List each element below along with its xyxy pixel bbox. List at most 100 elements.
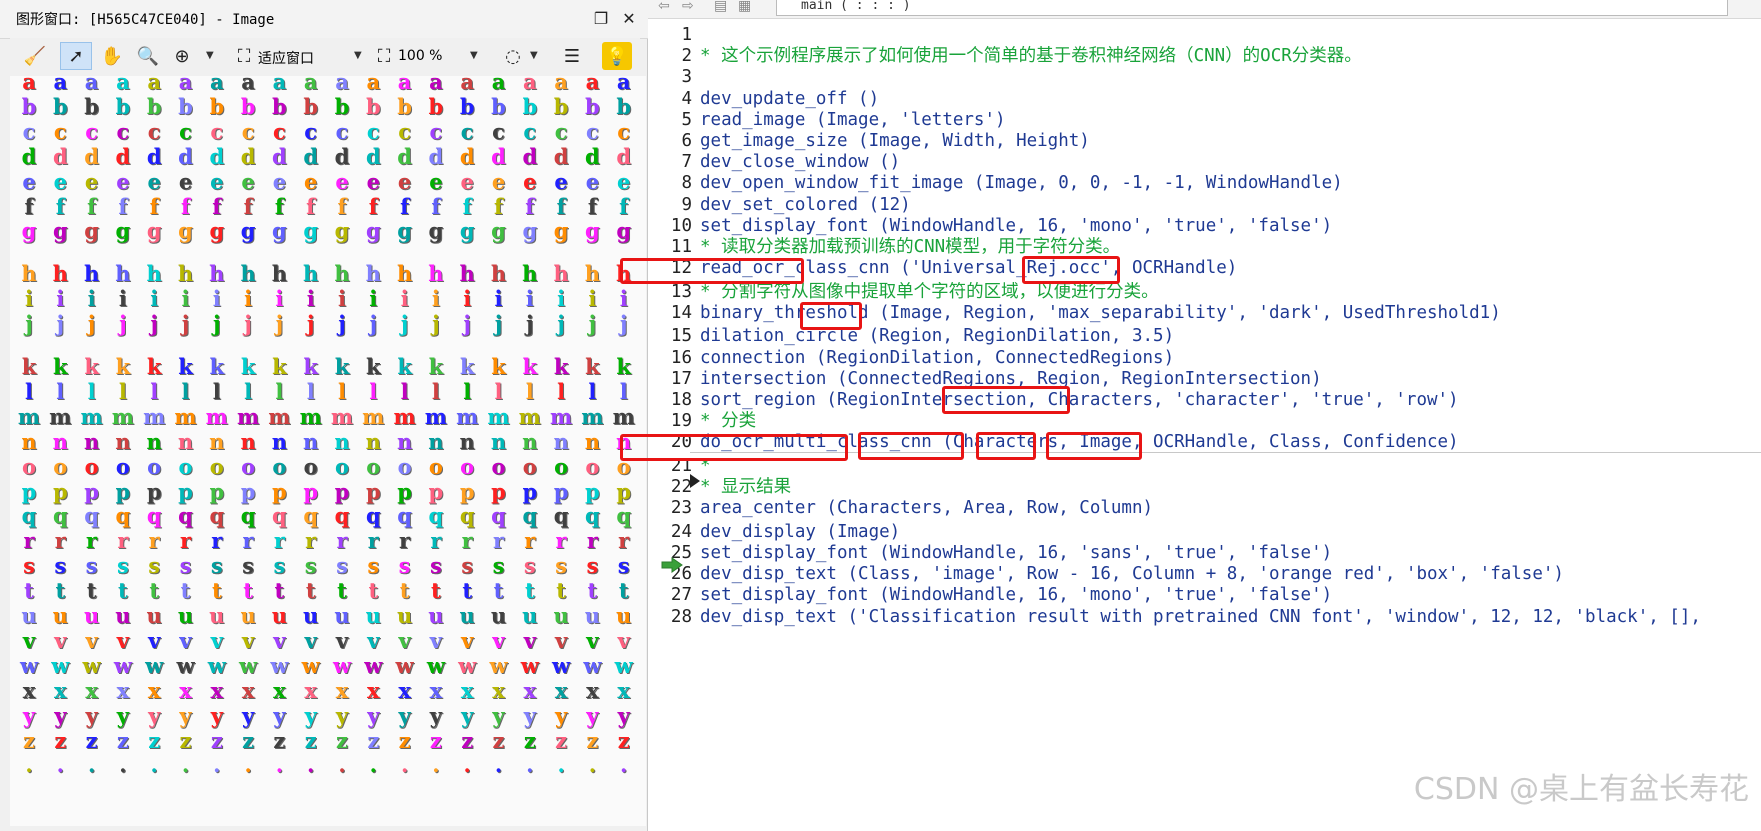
code-line[interactable]: 6 get_image_size (Image, Width, Height) <box>648 130 1761 153</box>
code-line[interactable]: 26 dev_disp_text (Class, 'image', Row - 1… <box>648 563 1761 586</box>
letter-glyph: y <box>492 702 505 728</box>
letter-glyph: h <box>553 261 569 287</box>
code-line[interactable]: 22 * 显示结果 <box>648 476 1761 499</box>
letter-glyph: n <box>584 428 601 454</box>
fit-window-dropdown-caret[interactable]: ▼ <box>354 50 362 61</box>
code-line[interactable]: 12 read_ocr_class_cnn ('Universal_Rej.occ… <box>648 257 1761 280</box>
letter-glyph: j <box>369 311 378 337</box>
zoom-factor-label[interactable]: 100 % <box>398 48 442 64</box>
procedure-selector[interactable]: main ( : : : ) <box>776 0 1728 16</box>
code-line[interactable]: 19 * 分类 <box>648 410 1761 433</box>
letter-glyph: s <box>492 553 505 579</box>
code-line[interactable]: 13 * 分割字符从图像中提取单个字符的区域，以便进行分类。 <box>648 281 1761 304</box>
code-line[interactable]: 17 intersection (ConnectedRegions, Region… <box>648 368 1761 391</box>
code-text: set_display_font (WindowHandle, 16, 'mon… <box>700 585 1333 606</box>
pan-hand-icon[interactable]: ✋ <box>98 42 126 70</box>
letter-glyph: b <box>365 93 381 119</box>
restore-icon[interactable]: ❐ <box>590 8 612 30</box>
code-line[interactable]: 3 <box>648 66 1761 89</box>
letter-glyph: z <box>429 727 442 753</box>
fit-window-icon[interactable]: ⛶ <box>232 42 256 70</box>
clear-brush-icon[interactable]: 🧹 <box>22 42 48 70</box>
letter-glyph: x <box>586 677 599 703</box>
code-line[interactable]: 18 sort_region (RegionIntersection, Chara… <box>648 389 1761 412</box>
letter-glyph: m <box>205 403 228 429</box>
line-number: 3 <box>681 67 692 88</box>
forward-arrow-icon[interactable]: ⇨ <box>682 0 694 14</box>
letter-glyph: g <box>491 218 506 244</box>
letter-glyph: i <box>557 286 566 312</box>
letter-glyph: v <box>523 627 536 653</box>
letter-glyph: . <box>56 752 64 778</box>
zoom-in-icon[interactable]: ⊕ <box>168 42 196 70</box>
letter-glyph: k <box>146 354 162 379</box>
code-line[interactable]: 9 dev_set_colored (12) <box>648 194 1761 217</box>
letter-glyph: j <box>494 311 503 337</box>
graphics-window-title: 图形窗口: [H565C47CE040] - Image <box>16 12 275 28</box>
letter-glyph: n <box>146 428 162 454</box>
code-line[interactable]: 27 set_display_font (WindowHandle, 16, 'm… <box>648 584 1761 607</box>
grid-view-icon[interactable]: ▦ <box>738 0 751 14</box>
letter-glyph: a <box>84 76 99 94</box>
code-line[interactable]: 2 * 这个示例程序展示了如何使用一个简单的基于卷积神经网络（CNN）的OCR分类… <box>648 45 1761 68</box>
letter-glyph: i <box>400 286 409 312</box>
back-arrow-icon[interactable]: ⇦ <box>658 0 670 14</box>
code-line[interactable]: 25 set_display_font (WindowHandle, 16, 's… <box>648 542 1761 565</box>
letter-glyph: e <box>554 168 568 194</box>
code-line[interactable]: 11 * 读取分类器加载预训练的CNN模型，用于字符分类。 <box>648 236 1761 259</box>
letter-glyph: h <box>177 261 194 287</box>
code-line[interactable]: 8 dev_open_window_fit_image (Image, 0, 0,… <box>648 172 1761 195</box>
code-line[interactable]: 1 <box>648 24 1761 47</box>
letter-glyph: a <box>335 76 349 94</box>
code-line[interactable]: 10 set_display_font (WindowHandle, 16, 'm… <box>648 215 1761 238</box>
draw-mode-icon[interactable]: ◌ <box>498 42 528 70</box>
letter-glyph: q <box>240 503 256 529</box>
letter-glyph: s <box>23 553 35 579</box>
letter-row: rrrrrrrrrrrrrrrrrrrr <box>10 529 646 553</box>
letter-glyph: p <box>115 478 131 504</box>
code-line[interactable]: 5 read_image (Image, 'letters') <box>648 109 1761 132</box>
close-icon[interactable]: ✕ <box>618 8 640 30</box>
letter-row: vvvvvvvvvvvvvvvvvvvv <box>10 627 646 653</box>
zoom-dropdown-caret[interactable]: ▼ <box>206 50 214 61</box>
letter-glyph: x <box>116 677 130 703</box>
letter-glyph: l <box>369 378 378 404</box>
letter-glyph: v <box>554 627 568 653</box>
letter-glyph: c <box>492 118 505 144</box>
code-editor[interactable]: 1 2 * 这个示例程序展示了如何使用一个简单的基于卷积神经网络（CNN）的OCR分… <box>648 24 1761 831</box>
letter-glyph: c <box>460 118 474 144</box>
code-line[interactable]: 23 area_center (Characters, Area, Row, Co… <box>648 497 1761 520</box>
letter-glyph: v <box>241 627 255 653</box>
letter-glyph: x <box>210 677 224 703</box>
list-view-icon[interactable]: ▤ <box>714 0 727 14</box>
code-line[interactable]: 28 dev_disp_text ('Classification result … <box>648 606 1761 629</box>
select-pointer-icon[interactable]: ➚ <box>60 42 92 70</box>
zoom-factor-dropdown-caret[interactable]: ▼ <box>470 50 478 61</box>
image-canvas[interactable]: aaaaaaaaaaaaaaaaaaaabbbbbbbbbbbbbbbbbbbb… <box>10 76 646 826</box>
code-line[interactable]: 24 dev_display (Image) <box>648 521 1761 544</box>
graphics-window-titlebar[interactable]: 图形窗口: [H565C47CE040] - Image ❐ ✕ <box>0 0 648 39</box>
lightbulb-icon[interactable]: 💡 <box>602 42 632 70</box>
letter-glyph: e <box>210 168 224 194</box>
zoom-factor-icon[interactable]: ⛶ <box>372 42 396 70</box>
letter-glyph: t <box>462 578 473 604</box>
code-line[interactable]: 16 connection (RegionDilation, ConnectedR… <box>648 347 1761 370</box>
code-text: dev_open_window_fit_image (Image, 0, 0, … <box>700 173 1343 194</box>
letter-glyph: s <box>148 553 161 579</box>
line-number: 24 <box>670 521 692 542</box>
layers-icon[interactable]: ☰ <box>558 42 586 70</box>
letter-glyph: v <box>85 627 98 653</box>
draw-mode-dropdown-caret[interactable]: ▼ <box>530 50 538 61</box>
letter-glyph: u <box>209 603 225 628</box>
code-line[interactable]: 7 dev_close_window () <box>648 151 1761 174</box>
code-line[interactable]: 4 dev_update_off () <box>648 88 1761 111</box>
letter-glyph: k <box>178 354 193 379</box>
code-text: read_image (Image, 'letters') <box>700 109 1006 130</box>
letter-glyph: c <box>617 118 631 144</box>
letter-glyph: c <box>210 118 224 144</box>
code-text: set_display_font (WindowHandle, 16, 'mon… <box>700 215 1333 236</box>
letter-glyph: e <box>116 168 130 194</box>
fit-window-label[interactable]: 适应窗口 <box>258 48 314 68</box>
letter-glyph: j <box>525 311 534 337</box>
magnify-icon[interactable]: 🔍 <box>134 42 162 70</box>
